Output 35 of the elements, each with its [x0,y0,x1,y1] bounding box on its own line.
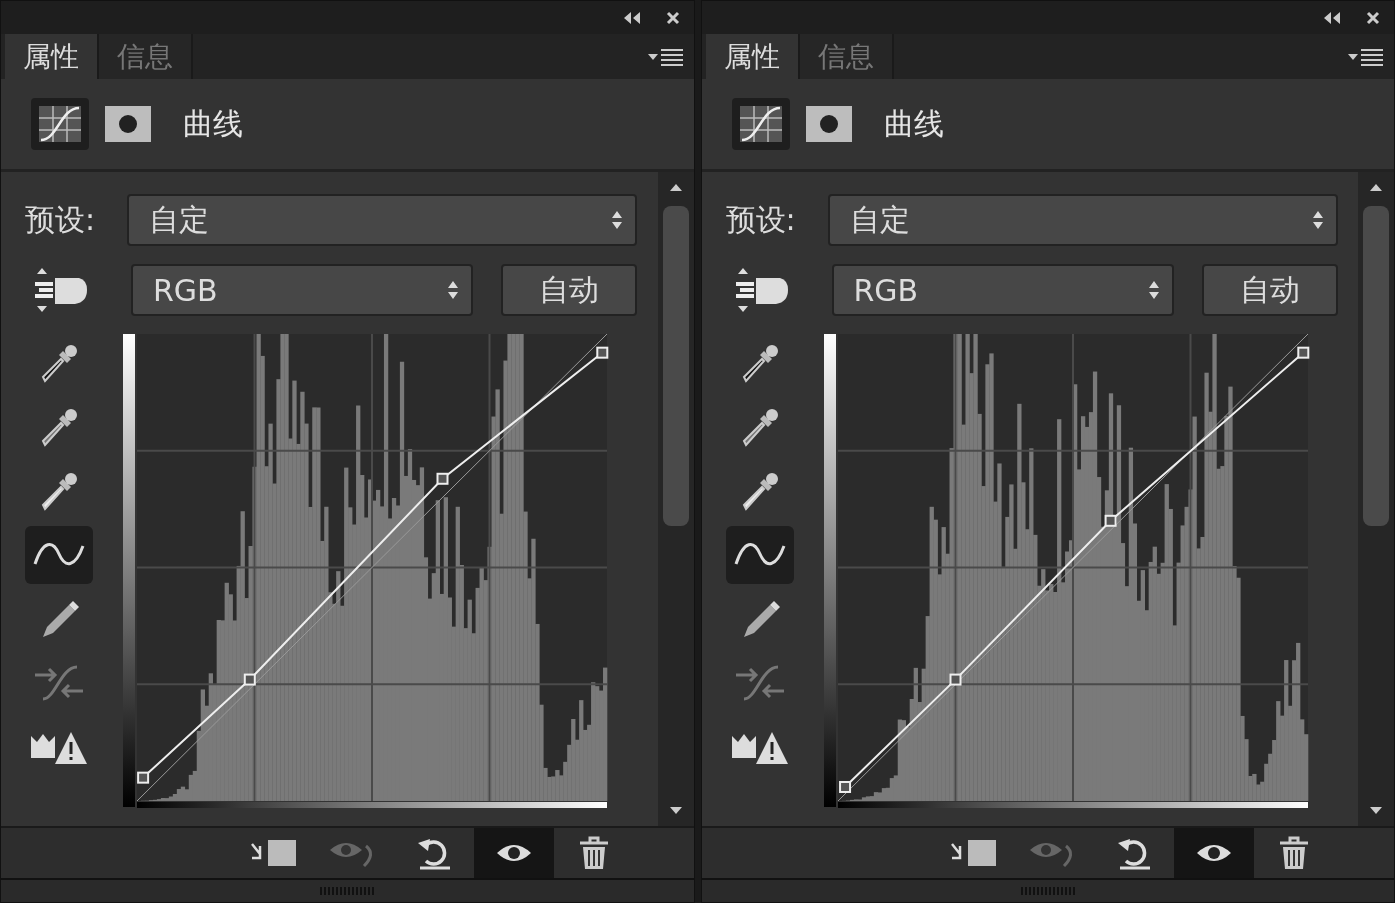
panel-menu-icon[interactable] [1348,47,1384,66]
preset-dropdown[interactable]: 自定 [827,194,1338,246]
scroll-down-icon[interactable] [668,806,683,816]
stepper-arrows-icon [1311,209,1324,231]
resize-grip-icon[interactable] [1020,887,1075,895]
curve-tool-icon[interactable] [725,526,794,584]
adjustment-title: 曲线 [183,104,243,143]
scrollbar[interactable] [1358,172,1394,826]
close-icon[interactable] [665,10,680,25]
scrollbar[interactable] [657,172,694,826]
scroll-up-icon[interactable] [1369,182,1383,192]
visibility-icon[interactable] [473,828,554,878]
close-icon[interactable] [1366,10,1380,25]
stepper-arrows-icon [611,209,623,231]
scroll-up-icon[interactable] [668,182,683,192]
channel-dropdown[interactable]: RGB [131,264,473,316]
visibility-icon[interactable] [1174,828,1254,878]
stepper-arrows-icon [447,279,459,301]
curves-adjustment-icon[interactable] [31,98,89,150]
preset-label: 预设: [725,200,797,239]
channel-dropdown[interactable]: RGB [831,264,1174,316]
auto-button[interactable]: 自动 [501,264,637,316]
curves-adjustment-icon[interactable] [731,98,790,150]
resize-grip-icon[interactable] [320,887,375,895]
curve-tool-icon[interactable] [25,526,93,584]
preset-dropdown[interactable]: 自定 [127,194,637,246]
collapse-icon[interactable] [1322,10,1342,25]
panel-menu-icon[interactable] [647,47,684,66]
adjustment-title: 曲线 [883,104,944,143]
scroll-down-icon[interactable] [1369,806,1383,816]
stepper-arrows-icon [1147,279,1160,301]
panel-tab[interactable]: 属性 [705,34,800,79]
panel-tab[interactable]: 属性 [5,34,99,79]
auto-button[interactable]: 自动 [1201,264,1338,316]
preset-label: 预设: [25,200,97,239]
